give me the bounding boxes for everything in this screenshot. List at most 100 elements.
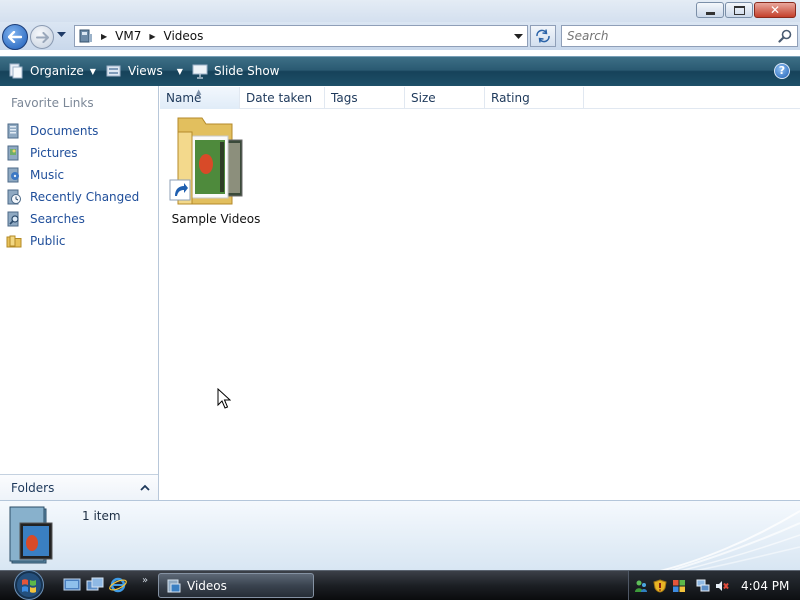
start-button[interactable]: [8, 570, 50, 600]
public-folder-icon: [6, 235, 22, 248]
window-caption-buttons: ✕: [696, 2, 796, 18]
favorite-link-pictures[interactable]: Pictures: [0, 142, 158, 164]
network-icon[interactable]: [696, 579, 710, 593]
close-button[interactable]: ✕: [754, 2, 796, 18]
computer-location-icon: [79, 29, 92, 43]
help-button[interactable]: ?: [774, 63, 790, 79]
address-row: ▶ VM7 ▶ Videos: [0, 22, 800, 50]
pictures-icon: [7, 145, 19, 161]
views-dropdown-icon: ▼: [176, 66, 183, 76]
favorite-link-label: Recently Changed: [30, 190, 140, 204]
taskbar: » Videos 4:04 PM: [0, 570, 800, 600]
search-icon[interactable]: [778, 29, 792, 43]
organize-button[interactable]: Organize ▼: [8, 63, 96, 79]
mouse-pointer-icon: [217, 388, 231, 409]
recently-changed-icon: [7, 189, 21, 205]
chevron-up-icon: [140, 484, 150, 491]
file-item-sample-videos[interactable]: Sample Videos: [168, 112, 264, 228]
breadcrumb-videos[interactable]: Videos: [164, 29, 204, 43]
column-headers: ▲ Name Date taken Tags Size Rating: [160, 87, 800, 109]
folder-shortcut-icon: [169, 117, 243, 205]
forward-arrow-icon: [35, 31, 49, 43]
column-header-size[interactable]: Size: [405, 87, 485, 109]
column-header-label: Date taken: [246, 91, 313, 105]
column-header-date-taken[interactable]: Date taken: [240, 87, 325, 109]
breadcrumb-vm7[interactable]: VM7: [115, 29, 141, 43]
favorite-link-label: Public: [30, 234, 66, 248]
details-pane: 1 item: [0, 500, 800, 570]
views-icon: [106, 65, 121, 77]
refresh-icon: [536, 29, 550, 43]
volume-muted-icon[interactable]: [715, 579, 729, 593]
documents-icon: [7, 123, 19, 139]
maximize-button[interactable]: [725, 2, 753, 18]
music-icon: [7, 167, 19, 183]
column-header-tags[interactable]: Tags: [325, 87, 405, 109]
favorite-link-documents[interactable]: Documents: [0, 120, 158, 142]
search-field[interactable]: [561, 25, 798, 47]
favorite-link-music[interactable]: Music: [0, 164, 158, 186]
recent-pages-dropdown-icon[interactable]: [57, 32, 66, 38]
favorite-link-recently-changed[interactable]: Recently Changed: [0, 186, 158, 208]
decorative-swoosh: [660, 510, 800, 570]
security-shield-icon[interactable]: [653, 578, 667, 593]
favorite-link-label: Searches: [30, 212, 85, 226]
command-bar: Organize ▼ Views ▼ Slide Show ?: [0, 56, 800, 86]
breadcrumb-separator-icon[interactable]: ▶: [101, 32, 107, 41]
back-arrow-icon: [8, 31, 22, 43]
column-header-rating[interactable]: Rating: [485, 87, 584, 109]
breadcrumb-separator-icon[interactable]: ▶: [149, 32, 155, 41]
item-count: 1 item: [82, 509, 121, 523]
taskbar-button-videos[interactable]: Videos: [158, 573, 314, 598]
forward-button[interactable]: [30, 25, 54, 49]
refresh-button[interactable]: [530, 25, 556, 47]
favorite-link-label: Pictures: [30, 146, 78, 160]
minimize-button[interactable]: [696, 2, 724, 18]
address-bar[interactable]: ▶ VM7 ▶ Videos: [74, 25, 528, 47]
show-desktop-icon[interactable]: [63, 576, 81, 594]
column-header-label: Tags: [331, 91, 358, 105]
file-item-label: Sample Videos: [171, 212, 261, 226]
folders-label: Folders: [11, 480, 55, 495]
column-header-label: Size: [411, 91, 436, 105]
views-label: Views: [128, 64, 163, 78]
switch-windows-icon[interactable]: [86, 576, 104, 594]
window-title-bar: ✕: [0, 0, 800, 22]
slideshow-icon: [192, 64, 208, 79]
sort-ascending-icon: ▲: [196, 88, 202, 96]
videos-window-icon: [167, 579, 181, 592]
maximize-icon: [733, 5, 745, 15]
searches-icon: [7, 211, 19, 227]
slideshow-label: Slide Show: [214, 64, 280, 78]
favorite-links-heading: Favorite Links: [11, 96, 94, 110]
slideshow-button[interactable]: Slide Show: [192, 63, 279, 79]
favorite-link-public[interactable]: Public: [0, 230, 158, 252]
organize-label: Organize: [30, 64, 84, 78]
column-header-label: Rating: [491, 91, 530, 105]
column-header-name[interactable]: ▲ Name: [160, 87, 240, 109]
close-icon: ✕: [769, 3, 781, 17]
address-dropdown-icon[interactable]: [514, 34, 523, 40]
quick-launch-overflow-icon[interactable]: »: [142, 575, 148, 586]
videos-library-icon: [9, 506, 53, 564]
back-button[interactable]: [2, 24, 28, 50]
views-button[interactable]: Views ▼: [106, 63, 183, 79]
minimize-icon: [705, 11, 715, 15]
organize-dropdown-icon: ▼: [89, 66, 96, 76]
favorite-link-label: Music: [30, 168, 65, 182]
favorite-links-list: Documents Pictures Music Recently Change…: [0, 120, 158, 252]
file-list-pane: ▲ Name Date taken Tags Size Rating Sampl…: [160, 86, 800, 500]
taskbar-clock[interactable]: 4:04 PM: [741, 579, 789, 593]
windows-update-icon[interactable]: [672, 579, 686, 593]
users-icon[interactable]: [634, 579, 648, 593]
favorite-link-searches[interactable]: Searches: [0, 208, 158, 230]
search-input[interactable]: [562, 26, 767, 46]
favorite-link-label: Documents: [30, 124, 99, 138]
notification-area: 4:04 PM: [628, 571, 800, 600]
navigation-pane: Favorite Links Documents Pictures Music: [0, 86, 159, 500]
folders-toggle[interactable]: Folders: [0, 474, 158, 500]
taskbar-button-label: Videos: [187, 578, 227, 593]
help-icon: ?: [778, 64, 786, 77]
internet-explorer-icon[interactable]: [109, 576, 127, 594]
organize-icon: [9, 63, 23, 79]
